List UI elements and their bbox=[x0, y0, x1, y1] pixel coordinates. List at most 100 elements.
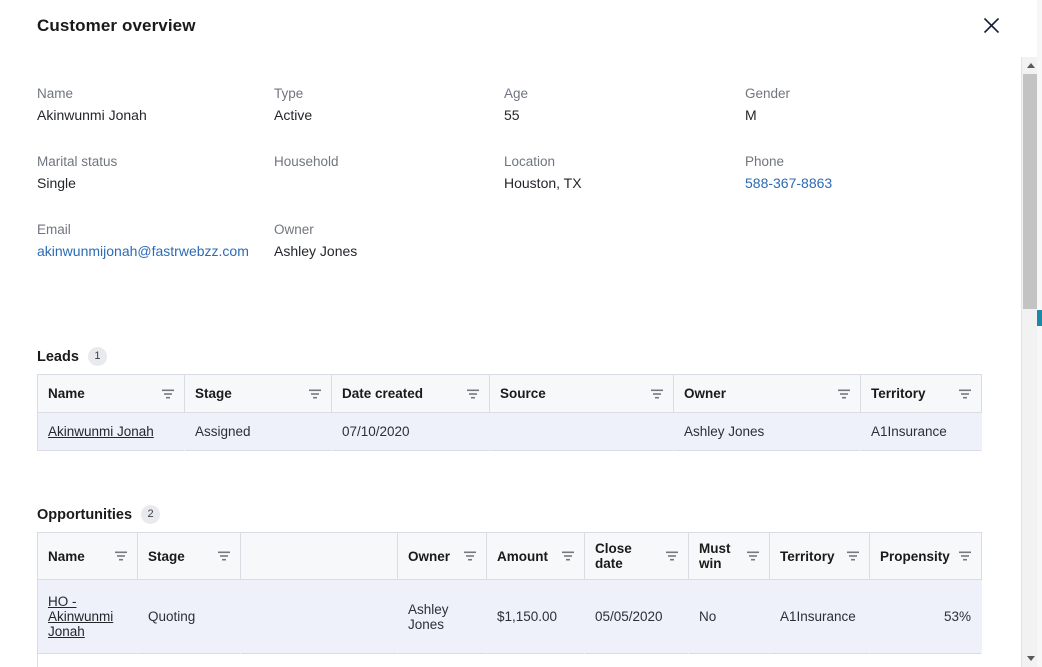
detail-row-3: Email akinwunmijonah@fastrwebzz.com Owne… bbox=[37, 221, 977, 289]
opp-col-name[interactable]: Name bbox=[37, 532, 138, 580]
lead-name-link[interactable]: Akinwunmi Jonah bbox=[48, 424, 154, 439]
customer-overview-modal-screen: Customer overview Name Akinwunmi Jonah T… bbox=[0, 0, 1042, 667]
table-row[interactable] bbox=[37, 653, 982, 667]
email-link[interactable]: akinwunmijonah@fastrwebzz.com bbox=[37, 241, 249, 261]
page-scrollbar-thumb[interactable] bbox=[1037, 310, 1042, 326]
opp-col-owner[interactable]: Owner bbox=[397, 532, 487, 580]
column-label: Stage bbox=[148, 548, 185, 564]
table-row[interactable]: HO - Akinwunmi Jonah Quoting Ashley Jone… bbox=[37, 579, 982, 654]
filter-icon[interactable] bbox=[838, 388, 850, 400]
opportunities-count-badge: 2 bbox=[141, 505, 161, 524]
column-label: Source bbox=[500, 386, 546, 401]
filter-icon[interactable] bbox=[959, 388, 971, 400]
page-title: Customer overview bbox=[37, 16, 196, 35]
filter-icon[interactable] bbox=[467, 388, 479, 400]
column-label: Territory bbox=[780, 548, 835, 564]
close-icon[interactable] bbox=[976, 10, 1006, 40]
opportunities-heading: Opportunities 2 bbox=[37, 505, 982, 524]
modal-scrollbar[interactable] bbox=[1021, 57, 1039, 667]
opp-stage-cell: Quoting bbox=[137, 579, 241, 654]
arrow-down-icon bbox=[1026, 656, 1035, 661]
opp-col-must-win[interactable]: Must win bbox=[688, 532, 770, 580]
filter-icon[interactable] bbox=[747, 550, 759, 562]
opp-territory-cell: A1Insurance bbox=[769, 579, 870, 654]
filter-icon[interactable] bbox=[218, 550, 230, 562]
leads-header-row: Name Stage Date created Source Owner Ter… bbox=[37, 374, 982, 413]
opportunities-header-row: Name Stage Owner Amount Close date Must … bbox=[37, 532, 982, 580]
leads-col-source[interactable]: Source bbox=[489, 374, 674, 413]
column-label: Owner bbox=[408, 548, 451, 564]
column-label: Territory bbox=[871, 386, 926, 401]
opp-blank-cell bbox=[240, 579, 398, 654]
leads-col-stage[interactable]: Stage bbox=[184, 374, 332, 413]
detail-row-1: Name Akinwunmi Jonah Type Active Age 55 … bbox=[37, 85, 977, 153]
column-label: Name bbox=[48, 386, 85, 401]
field-phone: Phone 588-367-8863 bbox=[745, 153, 832, 193]
opp-must-win-cell: No bbox=[688, 579, 770, 654]
opp-col-blank[interactable] bbox=[240, 532, 398, 580]
opp-partial-row-cell bbox=[37, 653, 982, 667]
field-email: Email akinwunmijonah@fastrwebzz.com bbox=[37, 221, 249, 261]
column-label: Stage bbox=[195, 386, 232, 401]
field-label: Age bbox=[504, 86, 529, 101]
field-value: Active bbox=[274, 107, 313, 123]
filter-icon[interactable] bbox=[562, 550, 574, 562]
filter-icon[interactable] bbox=[847, 550, 859, 562]
filter-icon[interactable] bbox=[162, 388, 174, 400]
field-value: Single bbox=[37, 175, 76, 191]
opp-col-propensity[interactable]: Propensity bbox=[869, 532, 982, 580]
leads-col-date-created[interactable]: Date created bbox=[331, 374, 490, 413]
opp-col-close-date[interactable]: Close date bbox=[584, 532, 689, 580]
field-label: Owner bbox=[274, 222, 314, 237]
filter-icon[interactable] bbox=[651, 388, 663, 400]
filter-icon[interactable] bbox=[464, 550, 476, 562]
opp-col-stage[interactable]: Stage bbox=[137, 532, 241, 580]
leads-table: Name Stage Date created Source Owner Ter… bbox=[37, 374, 982, 451]
lead-stage-cell: Assigned bbox=[184, 412, 332, 451]
column-label: Propensity bbox=[880, 548, 950, 564]
field-label: Name bbox=[37, 86, 74, 101]
leads-col-territory[interactable]: Territory bbox=[860, 374, 982, 413]
lead-date-created-cell: 07/10/2020 bbox=[331, 412, 490, 451]
field-label: Location bbox=[504, 154, 556, 169]
field-location: Location Houston, TX bbox=[504, 153, 582, 193]
phone-link[interactable]: 588-367-8863 bbox=[745, 173, 832, 193]
field-household: Household bbox=[274, 153, 339, 173]
column-label: Amount bbox=[497, 548, 548, 564]
field-label: Household bbox=[274, 154, 339, 169]
field-label: Marital status bbox=[37, 154, 118, 169]
filter-icon[interactable] bbox=[959, 550, 971, 562]
opportunities-title: Opportunities bbox=[37, 506, 133, 523]
field-label: Email bbox=[37, 222, 71, 237]
scrollbar-thumb[interactable] bbox=[1023, 74, 1038, 309]
leads-col-name[interactable]: Name bbox=[37, 374, 185, 413]
opp-col-territory[interactable]: Territory bbox=[769, 532, 870, 580]
column-label: Date created bbox=[342, 386, 424, 401]
field-label: Gender bbox=[745, 86, 791, 101]
close-icon-glyph bbox=[983, 17, 999, 33]
leads-heading: Leads 1 bbox=[37, 347, 982, 366]
detail-row-2: Marital status Single Household Location… bbox=[37, 153, 977, 221]
opp-owner-cell: Ashley Jones bbox=[397, 579, 487, 654]
filter-icon[interactable] bbox=[309, 388, 321, 400]
column-label: Owner bbox=[684, 386, 727, 401]
opp-col-amount[interactable]: Amount bbox=[486, 532, 585, 580]
field-age: Age 55 bbox=[504, 85, 528, 125]
table-row[interactable]: Akinwunmi Jonah Assigned 07/10/2020 Ashl… bbox=[37, 412, 982, 451]
leads-count-badge: 1 bbox=[87, 347, 107, 366]
lead-owner-cell: Ashley Jones bbox=[673, 412, 861, 451]
field-gender: Gender M bbox=[745, 85, 790, 125]
filter-icon[interactable] bbox=[666, 550, 678, 562]
field-value: 55 bbox=[504, 107, 520, 123]
opportunity-name-link[interactable]: HO - Akinwunmi Jonah bbox=[48, 594, 113, 639]
customer-detail-fields: Name Akinwunmi Jonah Type Active Age 55 … bbox=[37, 85, 977, 289]
arrow-up-icon bbox=[1026, 63, 1035, 68]
column-label: Close date bbox=[595, 541, 632, 571]
lead-territory-cell: A1Insurance bbox=[860, 412, 982, 451]
filter-icon[interactable] bbox=[115, 550, 127, 562]
opp-close-date-cell: 05/05/2020 bbox=[584, 579, 689, 654]
page-scrollbar[interactable] bbox=[1037, 0, 1042, 667]
field-value: Akinwunmi Jonah bbox=[37, 107, 147, 123]
field-marital-status: Marital status Single bbox=[37, 153, 117, 193]
leads-col-owner[interactable]: Owner bbox=[673, 374, 861, 413]
